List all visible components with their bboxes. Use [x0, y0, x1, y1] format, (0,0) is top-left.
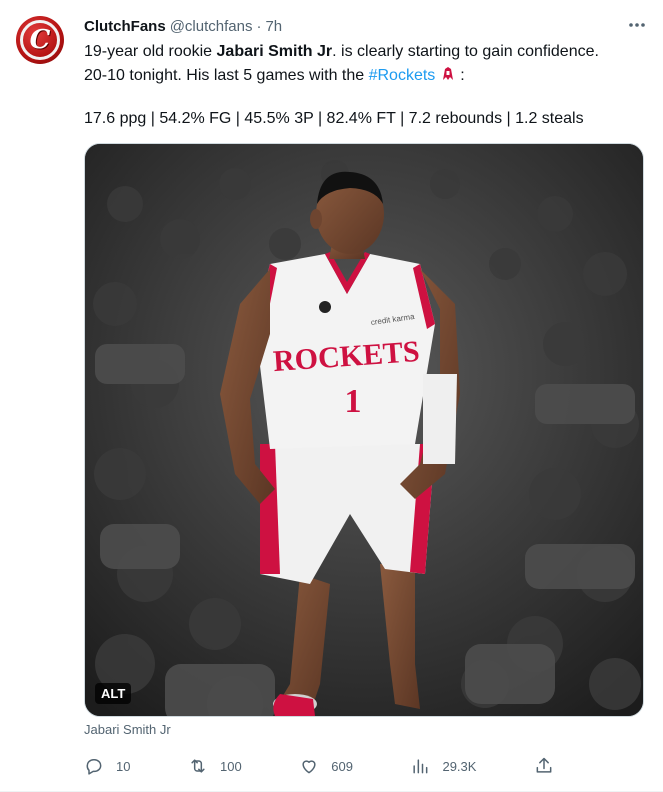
tweet-bold-name: Jabari Smith Jr	[216, 43, 333, 60]
views-icon	[413, 759, 428, 774]
tweet-text-part: 19-year old rookie	[84, 43, 217, 60]
retweet-button[interactable]: 100	[188, 756, 242, 776]
tweet-photo[interactable]: ROCKETS 1 credit karma ALT	[84, 143, 644, 717]
tweet-line-2: 20-10 tonight. His last 5 games with the…	[84, 64, 644, 88]
share-icon	[536, 757, 552, 773]
tweet-line-1: 19-year old rookie Jabari Smith Jr. is c…	[84, 40, 644, 64]
tweet-text-part: 20-10 tonight. His last 5 games with the	[84, 67, 369, 84]
views-count: 29.3K	[442, 758, 477, 774]
media-caption: Jabari Smith Jr	[84, 722, 171, 737]
tweet-header: ClutchFans @clutchfans · 7h	[84, 16, 647, 38]
tweet-text-part: . is clearly starting to gain confidence…	[332, 43, 599, 60]
avatar[interactable]: C	[16, 16, 64, 64]
avatar-letter: C	[29, 25, 51, 55]
retweet-icon	[191, 759, 205, 773]
like-button[interactable]: 609	[299, 756, 353, 776]
tweet-text-part: :	[455, 67, 465, 84]
tweet-time[interactable]: 7h	[265, 17, 282, 37]
retweet-count: 100	[220, 758, 242, 774]
reply-icon	[86, 759, 102, 775]
stats-line: 17.6 ppg | 54.2% FG | 45.5% 3P | 82.4% F…	[84, 110, 584, 127]
more-icon[interactable]	[623, 14, 651, 36]
tweet[interactable]: C ClutchFans @clutchfans · 7h 19-year ol…	[0, 0, 663, 792]
like-count: 609	[331, 758, 353, 774]
hashtag-link[interactable]: #Rockets	[369, 67, 436, 84]
nba-patch	[319, 301, 331, 313]
separator-dot: ·	[256, 18, 262, 35]
like-icon	[302, 760, 316, 774]
reply-button[interactable]: 10	[84, 756, 130, 776]
tweet-text: 19-year old rookie Jabari Smith Jr. is c…	[84, 40, 644, 88]
author-name[interactable]: ClutchFans	[84, 17, 166, 37]
reply-count: 10	[116, 758, 131, 774]
player-photo: ROCKETS 1 credit karma	[85, 144, 643, 716]
jersey-number: 1	[345, 383, 362, 420]
alt-badge[interactable]: ALT	[95, 683, 132, 704]
rockets-logo-icon	[442, 67, 453, 80]
action-bar: 10 100 609 29.3K	[84, 754, 564, 778]
views-button[interactable]: 29.3K	[410, 756, 476, 776]
share-button[interactable]	[534, 756, 564, 776]
author-handle[interactable]: @clutchfans	[170, 17, 253, 37]
